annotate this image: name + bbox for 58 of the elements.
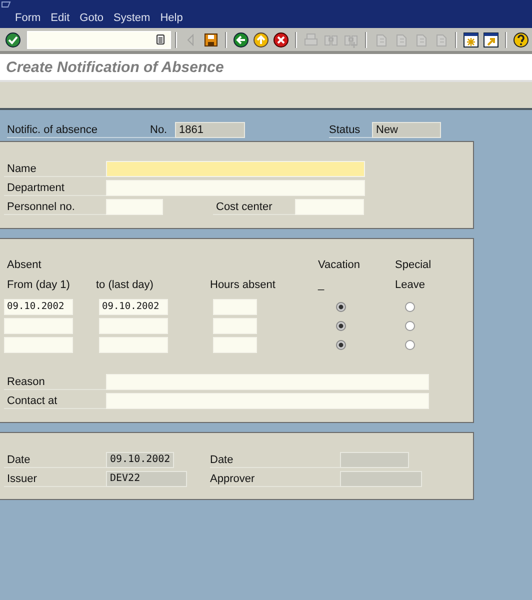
menu-item[interactable]: Edit — [50, 12, 70, 24]
hours-field[interactable] — [213, 298, 257, 314]
approval-date-field — [340, 452, 409, 468]
status-field: New — [372, 122, 441, 138]
radio-button[interactable] — [405, 302, 415, 312]
enter-button[interactable] — [3, 30, 23, 50]
to-date-field[interactable] — [99, 336, 168, 352]
field-label: Absent — [7, 259, 42, 271]
reason-field[interactable] — [106, 374, 429, 390]
radio-button[interactable] — [336, 320, 346, 330]
to-date-field[interactable]: 09.10.2002 — [99, 298, 168, 314]
cost-center-field[interactable] — [295, 198, 364, 214]
history-icon[interactable] — [156, 34, 165, 45]
menu-item[interactable]: Goto — [80, 12, 104, 24]
from-date-field[interactable] — [4, 318, 73, 334]
new-window-icon — [463, 32, 479, 48]
menu-item[interactable]: Help — [160, 12, 183, 24]
from-date-field[interactable] — [4, 336, 73, 352]
menu-item[interactable]: System — [114, 12, 150, 24]
column-header: to (last day) — [96, 279, 154, 291]
department-field[interactable] — [106, 180, 365, 196]
toolbar-button[interactable] — [271, 30, 291, 50]
cancel-icon — [273, 32, 289, 48]
issuer-field: DEV22 — [106, 470, 187, 486]
column-header: Vacation — [318, 259, 360, 271]
screen-title: Create Notification of Absence — [6, 58, 224, 76]
name-field[interactable] — [106, 160, 365, 176]
field-label: Notific. of absence — [7, 122, 150, 138]
date-field: 09.10.2002 — [106, 452, 174, 468]
radio-button[interactable] — [405, 340, 415, 350]
checkmark-icon — [5, 32, 21, 48]
toolbar-button[interactable] — [231, 30, 251, 50]
number-field: 1861 — [175, 122, 245, 138]
toolbar-button[interactable] — [481, 30, 501, 50]
column-header: From (day 1) — [7, 279, 70, 291]
contact-field[interactable] — [106, 392, 429, 408]
hours-field[interactable] — [213, 318, 257, 334]
personnel-field[interactable] — [106, 198, 163, 214]
system-menu-icon[interactable] — [1, 1, 11, 8]
help-icon — [513, 32, 529, 48]
hours-field[interactable] — [213, 336, 257, 352]
shortcut-icon — [483, 32, 499, 48]
column-header: Hours absent — [210, 279, 276, 291]
to-date-field[interactable] — [99, 318, 168, 334]
column-header: _ — [318, 279, 324, 291]
toolbar-button[interactable] — [251, 30, 271, 50]
toolbar-button[interactable] — [461, 30, 481, 50]
save-icon — [203, 32, 219, 48]
print-icon — [303, 32, 319, 48]
from-date-field[interactable]: 09.10.2002 — [4, 298, 73, 314]
column-header: Special — [395, 259, 432, 271]
menu-item[interactable]: Form — [15, 12, 41, 24]
radio-button[interactable] — [405, 320, 415, 330]
radio-button[interactable] — [336, 340, 346, 350]
command-field[interactable] — [27, 30, 171, 48]
help-button[interactable] — [511, 30, 531, 50]
radio-button[interactable] — [336, 302, 346, 312]
column-header: Leave — [395, 279, 425, 291]
